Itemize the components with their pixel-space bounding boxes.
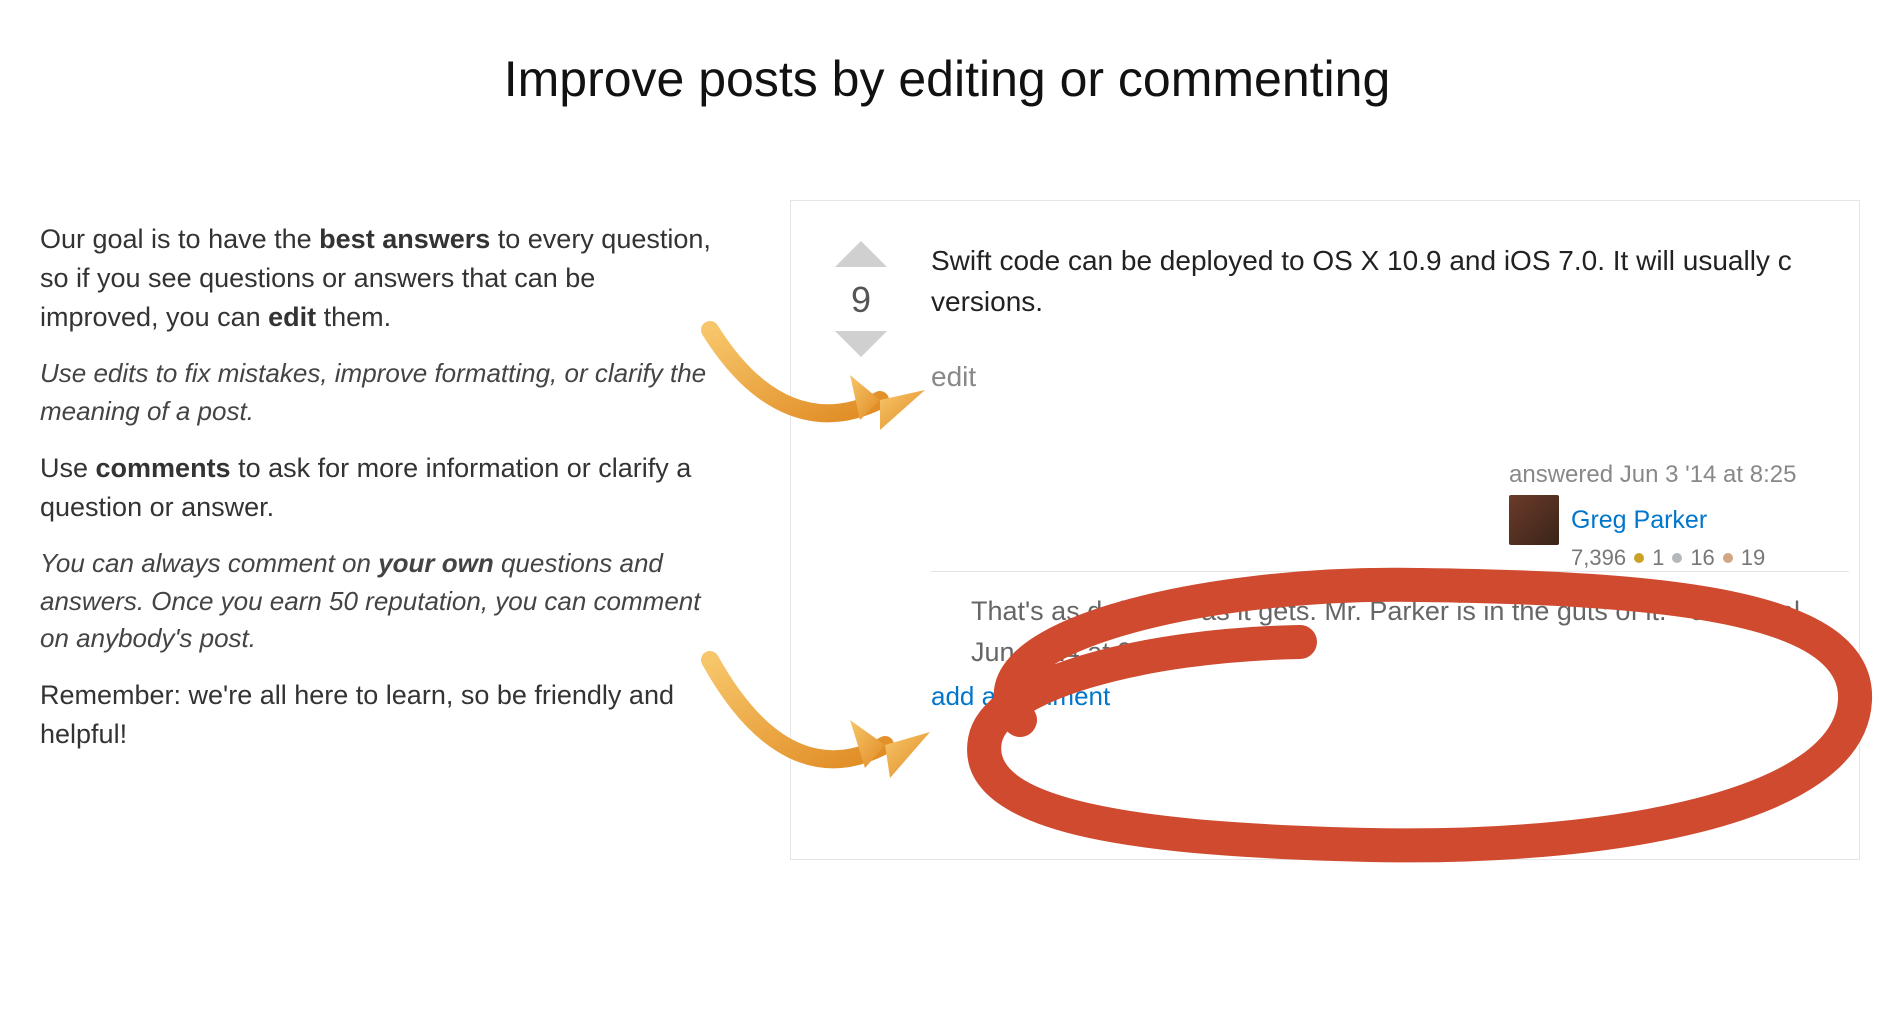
comments-separator bbox=[931, 571, 1849, 572]
bronze-badge-count: 19 bbox=[1741, 545, 1765, 571]
comments-hint-1a: You can always comment on bbox=[40, 548, 378, 578]
gold-badge-icon bbox=[1634, 553, 1644, 563]
silver-badge-icon bbox=[1672, 553, 1682, 563]
answered-timestamp: answered Jun 3 '14 at 8:25 bbox=[1509, 461, 1849, 489]
comments-hint: You can always comment on your own quest… bbox=[40, 545, 720, 658]
comments-paragraph: Use comments to ask for more information… bbox=[40, 449, 720, 527]
username-link[interactable]: Greg Parker bbox=[1571, 506, 1707, 535]
gold-badge-count: 1 bbox=[1652, 545, 1664, 571]
upvote-icon[interactable] bbox=[835, 241, 887, 267]
user-card: answered Jun 3 '14 at 8:25 Greg Parker 7… bbox=[1509, 461, 1849, 571]
downvote-icon[interactable] bbox=[835, 331, 887, 357]
comments-bold: comments bbox=[96, 453, 231, 483]
comment-body: That's as definitive as it gets. Mr. Par… bbox=[971, 591, 1859, 672]
avatar bbox=[1509, 495, 1559, 545]
comments-hint-bold: your own bbox=[378, 548, 494, 578]
reputation-row: 7,396 1 16 19 bbox=[1571, 545, 1849, 571]
answer-body: Swift code can be deployed to OS X 10.9 … bbox=[931, 241, 1859, 322]
comment-line-1: That's as definitive as it gets. Mr. Par… bbox=[971, 591, 1859, 632]
add-comment-link[interactable]: add a comment bbox=[931, 681, 1110, 712]
answer-line-1: Swift code can be deployed to OS X 10.9 … bbox=[931, 241, 1859, 282]
answer-line-2: versions. bbox=[931, 282, 1859, 323]
vote-count: 9 bbox=[821, 279, 901, 321]
intro-text-1a: Our goal is to have the bbox=[40, 224, 319, 254]
bronze-badge-icon bbox=[1723, 553, 1733, 563]
reputation-value: 7,396 bbox=[1571, 545, 1626, 571]
intro-bold-edit: edit bbox=[268, 302, 316, 332]
left-column: Our goal is to have the best answers to … bbox=[40, 220, 720, 772]
comments-text-1a: Use bbox=[40, 453, 96, 483]
edit-link[interactable]: edit bbox=[931, 361, 976, 393]
vote-column: 9 bbox=[821, 241, 901, 357]
edit-hint: Use edits to fix mistakes, improve forma… bbox=[40, 355, 720, 430]
closing-paragraph: Remember: we're all here to learn, so be… bbox=[40, 676, 720, 754]
intro-bold-best-answers: best answers bbox=[319, 224, 490, 254]
silver-badge-count: 16 bbox=[1690, 545, 1714, 571]
page-title: Improve posts by editing or commenting bbox=[0, 50, 1894, 108]
intro-text-1c: them. bbox=[316, 302, 391, 332]
answer-preview-panel: 9 Swift code can be deployed to OS X 10.… bbox=[790, 200, 1860, 860]
intro-paragraph-1: Our goal is to have the best answers to … bbox=[40, 220, 720, 337]
comment-line-2: Jun 3 '14 at 9:27 bbox=[971, 632, 1859, 673]
